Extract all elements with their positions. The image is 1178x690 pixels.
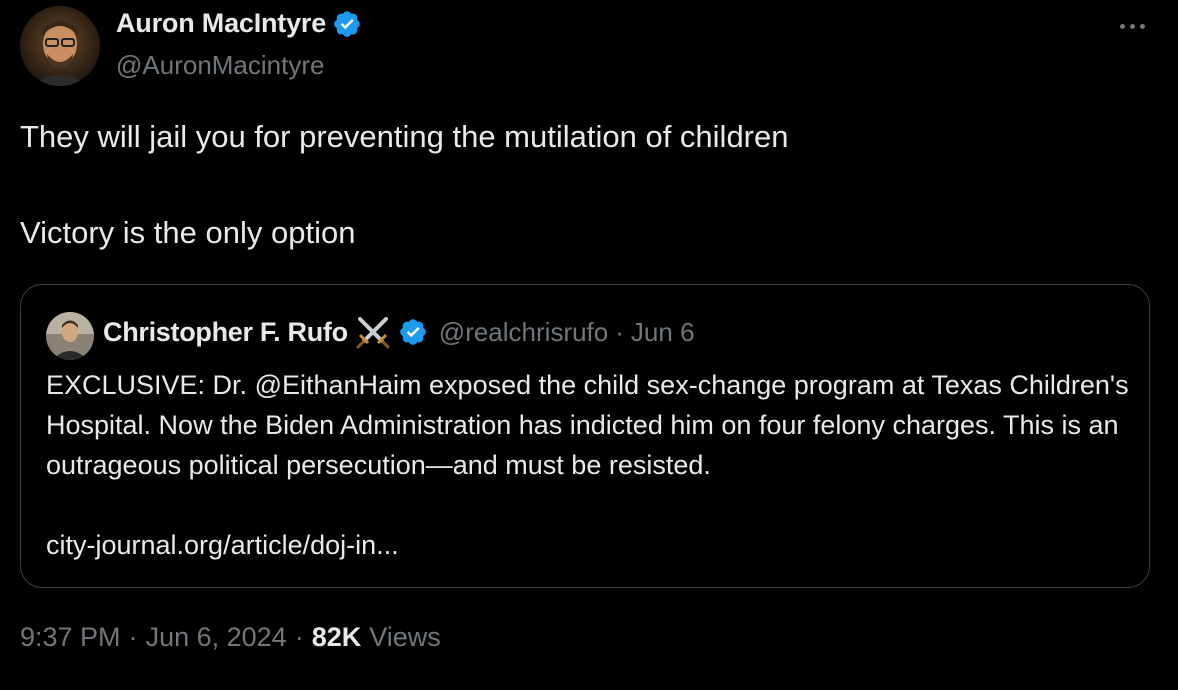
views-label: Views [369, 622, 441, 652]
quoted-tweet[interactable]: Christopher F. Rufo @realchrisrufo · Jun… [20, 284, 1150, 588]
tweet-time[interactable]: 9:37 PM [20, 622, 121, 653]
verified-badge-icon [332, 9, 362, 39]
quoted-text: EXCLUSIVE: Dr. @EithanHaim exposed the c… [46, 370, 1129, 480]
separator-dot: · [294, 622, 304, 652]
crossed-swords-icon [355, 315, 391, 349]
more-options-icon[interactable] [1114, 16, 1150, 36]
views-count: 82K [311, 622, 362, 652]
more-dot [1139, 23, 1145, 29]
quoted-handle[interactable]: @realchrisrufo [439, 317, 608, 348]
tweet: Auron MacIntyre @AuronMacintyre They wil… [0, 0, 1178, 690]
tweet-meta: 9:37 PM · Jun 6, 2024 · 82K Views [20, 622, 441, 653]
tweet-text-line: They will jail you for preventing the mu… [20, 119, 789, 154]
more-dot [1119, 23, 1125, 29]
separator-dot: · [615, 316, 624, 347]
more-dot [1129, 23, 1135, 29]
quoted-link[interactable]: city-journal.org/article/doj-in... [46, 525, 399, 565]
author-handle[interactable]: @AuronMacintyre [116, 50, 324, 81]
verified-badge-icon [398, 317, 428, 347]
author-display-name[interactable]: Auron MacIntyre [116, 8, 326, 39]
tweet-text-line: Victory is the only option [20, 215, 356, 250]
separator-dot: · [128, 622, 138, 652]
tweet-date[interactable]: Jun 6, 2024 [146, 622, 287, 653]
author-avatar[interactable] [20, 6, 100, 86]
quoted-header: Christopher F. Rufo @realchrisrufo · Jun… [103, 315, 695, 349]
quoted-author-avatar[interactable] [46, 312, 94, 360]
author-name-row: Auron MacIntyre [116, 8, 362, 39]
quoted-date[interactable]: Jun 6 [631, 317, 695, 348]
quoted-display-name[interactable]: Christopher F. Rufo [103, 317, 348, 348]
tweet-text: They will jail you for preventing the mu… [20, 118, 1150, 252]
